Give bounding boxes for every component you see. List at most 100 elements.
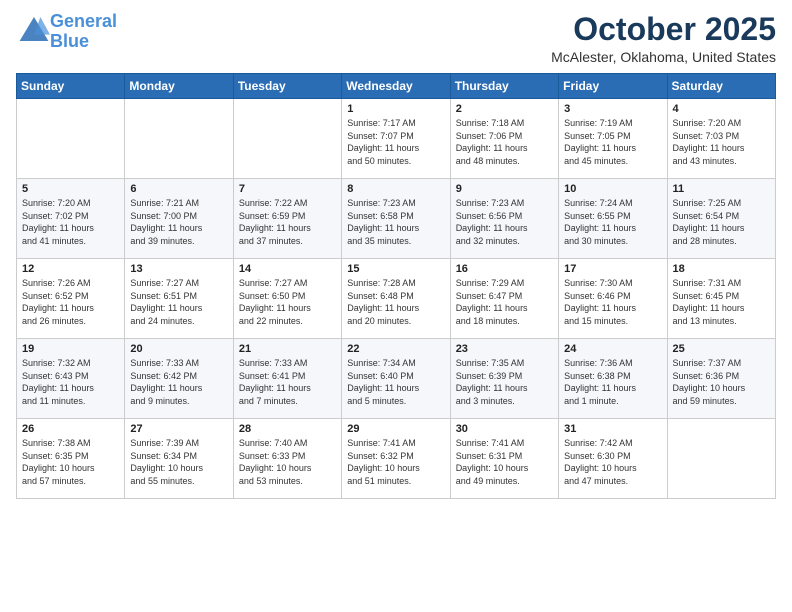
calendar-cell: 25Sunrise: 7:37 AM Sunset: 6:36 PM Dayli… (667, 339, 775, 419)
calendar-cell: 27 Sunrise: 7:39 AM Sunset: 6:34 PM Dayli… (125, 419, 233, 499)
month-title: October 2025 (551, 12, 776, 47)
day-info: Sunrise: 7:38 AM Sunset: 6:35 PM Dayligh… (22, 437, 119, 487)
logo-icon (18, 15, 50, 43)
calendar-cell: 5 Sunrise: 7:20 AM Sunset: 7:02 PM Daylig… (17, 179, 125, 259)
day-number: 1 (347, 103, 444, 115)
day-number: 6 (130, 183, 227, 195)
calendar-week-4: 19 Sunrise: 7:32 AM Sunset: 6:43 PM Dayli… (17, 339, 776, 419)
calendar-cell: 22 Sunrise: 7:34 AM Sunset: 6:40 PM Dayli… (342, 339, 450, 419)
logo: General Blue (16, 12, 117, 52)
day-info: Sunrise: 7:33 AM Sunset: 6:41 PM Dayligh… (239, 357, 336, 407)
calendar-cell: 23Sunrise: 7:35 AM Sunset: 6:39 PM Dayli… (450, 339, 558, 419)
day-info: Sunrise: 7:18 AM Sunset: 7:06 PM Dayligh… (456, 117, 553, 167)
day-info: Sunrise: 7:42 AM Sunset: 6:30 PM Dayligh… (564, 437, 661, 487)
day-info: Sunrise: 7:20 AM Sunset: 7:02 PM Dayligh… (22, 197, 119, 247)
day-number: 31 (564, 423, 661, 435)
day-info: Sunrise: 7:31 AM Sunset: 6:45 PM Dayligh… (673, 277, 770, 327)
weekday-header-friday: Friday (559, 74, 667, 99)
day-number: 21 (239, 343, 336, 355)
day-number: 7 (239, 183, 336, 195)
day-number: 26 (22, 423, 119, 435)
day-number: 2 (456, 103, 553, 115)
day-info: Sunrise: 7:26 AM Sunset: 6:52 PM Dayligh… (22, 277, 119, 327)
calendar-cell: 20 Sunrise: 7:33 AM Sunset: 6:42 PM Dayli… (125, 339, 233, 419)
calendar-cell: 12 Sunrise: 7:26 AM Sunset: 6:52 PM Dayli… (17, 259, 125, 339)
calendar-cell: 18 Sunrise: 7:31 AM Sunset: 6:45 PM Dayli… (667, 259, 775, 339)
day-number: 5 (22, 183, 119, 195)
day-number: 19 (22, 343, 119, 355)
calendar-cell: 11Sunrise: 7:25 AM Sunset: 6:54 PM Dayli… (667, 179, 775, 259)
day-number: 20 (130, 343, 227, 355)
day-number: 16 (456, 263, 553, 275)
day-info: Sunrise: 7:28 AM Sunset: 6:48 PM Dayligh… (347, 277, 444, 327)
day-info: Sunrise: 7:29 AM Sunset: 6:47 PM Dayligh… (456, 277, 553, 327)
weekday-header-row: SundayMondayTuesdayWednesdayThursdayFrid… (17, 74, 776, 99)
day-info: Sunrise: 7:23 AM Sunset: 6:58 PM Dayligh… (347, 197, 444, 247)
day-info: Sunrise: 7:41 AM Sunset: 6:31 PM Dayligh… (456, 437, 553, 487)
day-info: Sunrise: 7:30 AM Sunset: 6:46 PM Dayligh… (564, 277, 661, 327)
calendar-week-1: 1Sunrise: 7:17 AM Sunset: 7:07 PM Daylig… (17, 99, 776, 179)
day-number: 8 (347, 183, 444, 195)
day-number: 30 (456, 423, 553, 435)
day-number: 14 (239, 263, 336, 275)
weekday-header-wednesday: Wednesday (342, 74, 450, 99)
calendar-cell: 28 Sunrise: 7:40 AM Sunset: 6:33 PM Dayli… (233, 419, 341, 499)
calendar-cell: 15Sunrise: 7:28 AM Sunset: 6:48 PM Dayli… (342, 259, 450, 339)
day-number: 22 (347, 343, 444, 355)
day-info: Sunrise: 7:33 AM Sunset: 6:42 PM Dayligh… (130, 357, 227, 407)
weekday-header-sunday: Sunday (17, 74, 125, 99)
calendar-cell: 8 Sunrise: 7:23 AM Sunset: 6:58 PM Daylig… (342, 179, 450, 259)
calendar-cell (17, 99, 125, 179)
calendar-cell: 13Sunrise: 7:27 AM Sunset: 6:51 PM Dayli… (125, 259, 233, 339)
day-number: 17 (564, 263, 661, 275)
day-info: Sunrise: 7:27 AM Sunset: 6:50 PM Dayligh… (239, 277, 336, 327)
calendar-week-2: 5 Sunrise: 7:20 AM Sunset: 7:02 PM Daylig… (17, 179, 776, 259)
day-info: Sunrise: 7:22 AM Sunset: 6:59 PM Dayligh… (239, 197, 336, 247)
weekday-header-saturday: Saturday (667, 74, 775, 99)
weekday-header-monday: Monday (125, 74, 233, 99)
day-info: Sunrise: 7:27 AM Sunset: 6:51 PM Dayligh… (130, 277, 227, 327)
calendar-cell: 4Sunrise: 7:20 AM Sunset: 7:03 PM Daylig… (667, 99, 775, 179)
weekday-header-tuesday: Tuesday (233, 74, 341, 99)
header: General Blue October 2025 McAlester, Okl… (16, 12, 776, 65)
calendar-cell: 31 Sunrise: 7:42 AM Sunset: 6:30 PM Dayli… (559, 419, 667, 499)
day-number: 3 (564, 103, 661, 115)
calendar-cell: 9Sunrise: 7:23 AM Sunset: 6:56 PM Daylig… (450, 179, 558, 259)
calendar-cell: 21 Sunrise: 7:33 AM Sunset: 6:41 PM Dayli… (233, 339, 341, 419)
day-number: 28 (239, 423, 336, 435)
calendar-cell: 19 Sunrise: 7:32 AM Sunset: 6:43 PM Dayli… (17, 339, 125, 419)
day-number: 18 (673, 263, 770, 275)
page: General Blue October 2025 McAlester, Okl… (0, 0, 792, 612)
day-info: Sunrise: 7:24 AM Sunset: 6:55 PM Dayligh… (564, 197, 661, 247)
day-info: Sunrise: 7:32 AM Sunset: 6:43 PM Dayligh… (22, 357, 119, 407)
day-number: 25 (673, 343, 770, 355)
day-info: Sunrise: 7:40 AM Sunset: 6:33 PM Dayligh… (239, 437, 336, 487)
calendar-cell: 14 Sunrise: 7:27 AM Sunset: 6:50 PM Dayli… (233, 259, 341, 339)
day-info: Sunrise: 7:23 AM Sunset: 6:56 PM Dayligh… (456, 197, 553, 247)
calendar-cell: 30 Sunrise: 7:41 AM Sunset: 6:31 PM Dayli… (450, 419, 558, 499)
calendar-cell: 3Sunrise: 7:19 AM Sunset: 7:05 PM Daylig… (559, 99, 667, 179)
day-number: 23 (456, 343, 553, 355)
day-number: 24 (564, 343, 661, 355)
calendar-cell: 2 Sunrise: 7:18 AM Sunset: 7:06 PM Daylig… (450, 99, 558, 179)
calendar-table: SundayMondayTuesdayWednesdayThursdayFrid… (16, 73, 776, 499)
title-block: October 2025 McAlester, Oklahoma, United… (551, 12, 776, 65)
calendar-cell (233, 99, 341, 179)
day-info: Sunrise: 7:39 AM Sunset: 6:34 PM Dayligh… (130, 437, 227, 487)
day-number: 29 (347, 423, 444, 435)
day-info: Sunrise: 7:25 AM Sunset: 6:54 PM Dayligh… (673, 197, 770, 247)
day-number: 4 (673, 103, 770, 115)
day-info: Sunrise: 7:21 AM Sunset: 7:00 PM Dayligh… (130, 197, 227, 247)
calendar-cell: 29Sunrise: 7:41 AM Sunset: 6:32 PM Dayli… (342, 419, 450, 499)
day-info: Sunrise: 7:34 AM Sunset: 6:40 PM Dayligh… (347, 357, 444, 407)
calendar-cell: 10Sunrise: 7:24 AM Sunset: 6:55 PM Dayli… (559, 179, 667, 259)
calendar-cell: 1Sunrise: 7:17 AM Sunset: 7:07 PM Daylig… (342, 99, 450, 179)
calendar-cell: 26 Sunrise: 7:38 AM Sunset: 6:35 PM Dayli… (17, 419, 125, 499)
day-number: 27 (130, 423, 227, 435)
day-number: 12 (22, 263, 119, 275)
logo-text: General Blue (50, 12, 117, 52)
calendar-cell: 7 Sunrise: 7:22 AM Sunset: 6:59 PM Daylig… (233, 179, 341, 259)
calendar-cell: 16 Sunrise: 7:29 AM Sunset: 6:47 PM Dayli… (450, 259, 558, 339)
weekday-header-thursday: Thursday (450, 74, 558, 99)
logo-line2: Blue (50, 31, 89, 51)
